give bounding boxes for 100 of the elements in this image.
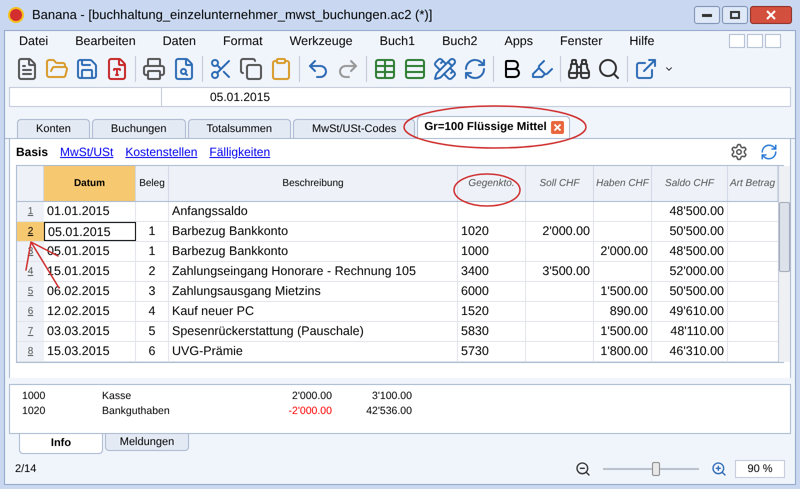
table-cell: 52'000.00 <box>652 262 728 281</box>
highlighter-icon[interactable] <box>530 57 554 81</box>
table-cell: 890.00 <box>594 302 652 321</box>
table-cell: 1'500.00 <box>594 282 652 301</box>
table-cell: 3400 <box>458 262 526 281</box>
window-title: Banana - [buchhaltung_einzelunternehmer_mwst_buchungen.ac2 (*)] <box>32 6 432 24</box>
menu-item[interactable]: Werkzeuge <box>290 32 353 50</box>
save-icon[interactable] <box>75 57 99 81</box>
menu-item[interactable]: Buch1 <box>380 32 416 50</box>
tab[interactable]: Konten <box>17 119 90 138</box>
table-cell: 12.02.2015 <box>44 302 136 321</box>
scrollbar[interactable] <box>778 166 790 362</box>
menu-item[interactable]: Format <box>223 32 263 50</box>
delete-row-icon[interactable] <box>403 57 427 81</box>
view-link[interactable]: Fälligkeiten <box>209 143 270 161</box>
tab[interactable]: Meldungen <box>105 434 189 451</box>
table-cell: 3 <box>136 282 169 301</box>
maximize-button[interactable] <box>722 6 748 24</box>
app-logo-icon <box>8 7 24 23</box>
amount: 2'000.00 <box>291 389 332 404</box>
table-cell: 01.01.2015 <box>44 202 136 221</box>
record-position: 2/14 <box>15 462 36 477</box>
close-icon <box>766 10 776 20</box>
table-cell: UVG-Prämie <box>169 342 458 361</box>
menu-item[interactable]: Daten <box>162 32 196 50</box>
highlight-ellipse <box>452 172 522 208</box>
table-cell: 1520 <box>458 302 526 321</box>
ruler-pencil-icon[interactable] <box>433 57 457 81</box>
table-cell: Barbezug Bankkonto <box>169 222 458 241</box>
settings-icon[interactable] <box>730 143 748 161</box>
scissors-icon[interactable] <box>209 57 233 81</box>
account-name: Bankguthaben <box>102 404 171 419</box>
column-header[interactable]: Saldo CHF <box>652 166 728 201</box>
insert-row-icon[interactable] <box>373 57 397 81</box>
tab[interactable]: Buchungen <box>92 119 186 138</box>
table-cell: 1 <box>136 222 169 241</box>
tab[interactable]: Gr=100 Flüssige Mittel <box>417 116 570 138</box>
row-number[interactable]: 8 <box>17 342 44 361</box>
table-cell: 46'310.00 <box>652 342 728 361</box>
table-cell: 6000 <box>458 282 526 301</box>
table-cell: Spesenrückerstattung (Pauschale) <box>169 322 458 341</box>
table-cell: 2 <box>136 262 169 281</box>
row-number[interactable]: 4 <box>17 262 44 281</box>
refresh-icon[interactable] <box>463 57 487 81</box>
table-cell: 48'500.00 <box>652 202 728 221</box>
table-cell: 50'500.00 <box>652 222 728 241</box>
minimize-button[interactable] <box>694 6 720 24</box>
close-button[interactable] <box>750 6 792 24</box>
table-cell: Barbezug Bankkonto <box>169 242 458 261</box>
table-cell: 48'500.00 <box>652 242 728 261</box>
row-number[interactable]: 6 <box>17 302 44 321</box>
table-cell: Anfangssaldo <box>169 202 458 221</box>
column-header[interactable]: Gegenkto. <box>458 166 526 201</box>
zoom-out-icon[interactable] <box>575 461 591 477</box>
zoom-field[interactable]: 90 % <box>735 460 785 478</box>
pdf-icon[interactable] <box>105 57 129 81</box>
refresh-icon[interactable] <box>760 143 778 161</box>
table-cell: 5830 <box>458 322 526 341</box>
new-file-icon[interactable] <box>15 57 39 81</box>
tab[interactable]: MwSt/USt-Codes <box>292 119 416 138</box>
tab[interactable]: Info <box>19 434 103 454</box>
zoom-in-icon[interactable] <box>711 461 727 477</box>
row-number[interactable]: 7 <box>17 322 44 341</box>
column-header[interactable]: Haben CHF <box>594 166 652 201</box>
table-cell: 1020 <box>458 222 526 241</box>
menu-item[interactable]: Bearbeiten <box>75 32 136 50</box>
view-link[interactable]: MwSt/USt <box>60 143 114 161</box>
table-cell: 15.03.2015 <box>44 342 136 361</box>
menu-item[interactable]: Hilfe <box>629 32 654 50</box>
tab[interactable]: Totalsummen <box>188 119 291 138</box>
printer-icon[interactable] <box>142 57 166 81</box>
row-number[interactable]: 1 <box>17 202 44 221</box>
copy-icon[interactable] <box>239 57 263 81</box>
binoculars-icon[interactable] <box>567 57 591 81</box>
redo-icon[interactable] <box>336 57 360 81</box>
table-cell: 05.01.2015 <box>44 242 136 261</box>
table-cell: 1000 <box>458 242 526 261</box>
find-next-icon[interactable] <box>597 57 621 81</box>
balance: 3'100.00 <box>371 389 412 404</box>
row-number[interactable]: 2 <box>17 222 44 241</box>
column-header[interactable]: Beschreibung <box>169 166 458 201</box>
view-link[interactable]: Kostenstellen <box>125 143 198 161</box>
table-cell: 1 <box>136 242 169 261</box>
row-number[interactable]: 5 <box>17 282 44 301</box>
undo-icon[interactable] <box>306 57 330 81</box>
menu-item[interactable]: Fenster <box>560 32 602 50</box>
table-cell: 05.01.2015 <box>44 222 136 241</box>
menu-item[interactable]: Datei <box>19 32 48 50</box>
print-preview-icon[interactable] <box>172 57 196 81</box>
menu-item[interactable]: Apps <box>504 32 534 50</box>
window-icon[interactable] <box>634 57 658 81</box>
view-link[interactable]: Basis <box>16 143 48 161</box>
table-cell: 2'000.00 <box>526 222 594 241</box>
column-header[interactable]: Datum <box>44 166 136 201</box>
menu-item[interactable]: Buch2 <box>442 32 478 50</box>
zoom-slider[interactable] <box>603 462 699 476</box>
account-name: Kasse <box>102 389 132 404</box>
column-header[interactable]: Beleg <box>136 166 169 201</box>
amount: -2'000.00 <box>288 404 332 419</box>
column-header[interactable]: Soll CHF <box>526 166 594 201</box>
